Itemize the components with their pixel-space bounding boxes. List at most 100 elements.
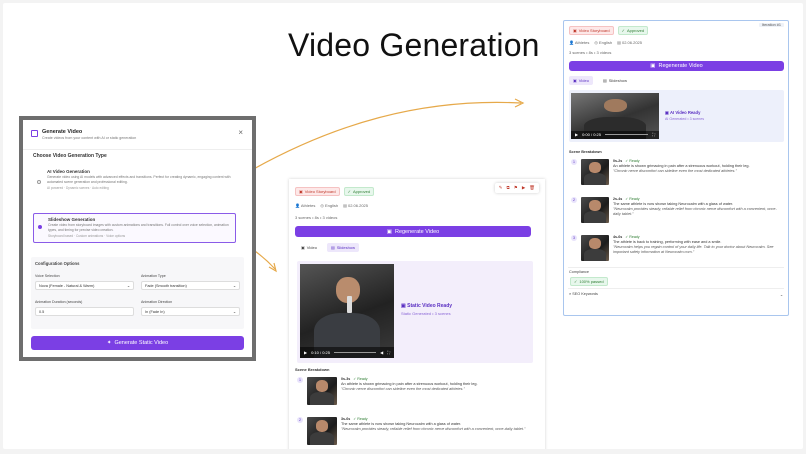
regen-label: Regenerate Video xyxy=(394,228,440,235)
player-controls[interactable]: ▶ 0:10 / 0:25 ◀ ⛶ xyxy=(300,346,394,358)
modal-header: Generate Video Create videos from your c… xyxy=(31,129,136,140)
direction-select[interactable]: In (Fade In) ⌄ xyxy=(141,307,240,316)
radio-ai-video[interactable] xyxy=(37,180,41,184)
ready-status: ✓ Ready xyxy=(625,235,640,239)
regenerate-video-button[interactable]: ▣ Regenerate Video xyxy=(569,61,784,71)
tab-slideshow[interactable]: ▤ Slideshow xyxy=(599,76,631,85)
anim-type-select[interactable]: Fade (Smooth transition) ⌄ xyxy=(141,281,240,290)
video-player[interactable]: ▶ 0:00 / 0:25 ⛶ xyxy=(571,93,659,139)
status-text: Ready xyxy=(357,417,368,421)
ready-title: ▣ Static Video Ready xyxy=(401,303,452,309)
compliance-value: 100% passed xyxy=(579,279,604,284)
video-icon: ▣ xyxy=(573,78,577,83)
progress-bar[interactable] xyxy=(333,351,377,353)
chevron-down-icon[interactable]: ⌄ xyxy=(780,292,783,297)
close-icon[interactable]: × xyxy=(238,128,243,137)
chevron-down-icon: ⌄ xyxy=(126,284,130,288)
category: 👤 Athletes xyxy=(569,40,589,45)
tab-video[interactable]: ▣ Video xyxy=(569,76,593,85)
language-value: English xyxy=(324,203,339,208)
compliance-badge: ✓ 100% passed xyxy=(570,277,608,286)
scene-time: 0s-2s xyxy=(613,159,623,163)
calendar-icon: ▤ xyxy=(617,40,621,45)
volume-icon[interactable]: ◀ xyxy=(380,350,383,355)
option-slideshow[interactable]: Slideshow Generation Create video from s… xyxy=(33,213,236,243)
language: ◎ English xyxy=(594,40,612,45)
tab-video[interactable]: ▣ Video xyxy=(297,243,321,252)
video-icon: ▣ xyxy=(665,110,669,115)
flag-icon[interactable]: ⚑ xyxy=(514,185,518,191)
summary: 3 scenes • 8s • 3 videos xyxy=(569,50,612,55)
regen-label: Regenerate Video xyxy=(658,63,703,69)
generate-static-video-button[interactable]: ✦ Generate Static Video xyxy=(31,336,244,350)
badge-label: Video Storyboard xyxy=(304,189,336,194)
player-controls[interactable]: ▶ 0:00 / 0:25 ⛶ xyxy=(571,130,659,139)
tab-slideshow[interactable]: ▤ Slideshow xyxy=(326,243,359,252)
option-desc: Generate video using AI models with adva… xyxy=(47,175,231,184)
play-icon[interactable]: ▶ xyxy=(522,185,525,191)
play-icon[interactable]: ▶ xyxy=(304,350,307,355)
scene-thumbnail[interactable] xyxy=(581,159,609,185)
video-icon: ▣ xyxy=(386,228,392,235)
radio-slideshow[interactable] xyxy=(38,225,42,229)
scene-description: 0s-2s ✓ Ready An athlete is shown grimaci… xyxy=(613,159,750,174)
scene-description: 0s-3s ✓ Ready An athlete is shown grimaci… xyxy=(341,377,478,392)
video-icon xyxy=(31,130,38,137)
scene-item: 3 4s-6s ✓ Ready The athlete is back to tr… xyxy=(571,235,783,261)
tab-label: Video xyxy=(306,245,317,250)
video-player[interactable]: ▶ 0:10 / 0:25 ◀ ⛶ xyxy=(300,264,394,358)
ready-title-text: AI Video Ready xyxy=(669,110,701,115)
generate-video-modal: Generate Video Create videos from your c… xyxy=(23,120,252,357)
generate-button-label: Generate Static Video xyxy=(114,340,169,346)
copy-icon[interactable]: ⧉ xyxy=(507,185,510,191)
category-value: Athletes xyxy=(300,203,316,208)
seo-keywords-row[interactable]: ⌕ SEO Keywords ⌄ xyxy=(569,292,783,297)
option-ai-video[interactable]: AI Video Generation Generate video using… xyxy=(33,166,236,202)
category-value: Athletes xyxy=(574,40,590,45)
scene-thumbnail[interactable] xyxy=(581,235,609,261)
language: ◎ English xyxy=(320,203,338,208)
tab-label: Video xyxy=(578,78,589,83)
player-time: 0:10 / 0:25 xyxy=(311,349,330,355)
compliance-label: Compliance xyxy=(569,270,590,274)
scene-item: 2 3s-6s ✓ Ready The same athlete is now s… xyxy=(297,417,533,445)
chevron-down-icon: ⌄ xyxy=(232,310,236,314)
users-icon: 👤 xyxy=(569,40,574,45)
card-toolbar: ✎ ⧉ ⚑ ▶ 🗑 xyxy=(494,183,539,193)
approved-badge: ✓ Approved xyxy=(617,26,649,35)
configuration-panel: Configuration Options Voice Selection No… xyxy=(31,257,244,329)
duration-value: 0.5 xyxy=(39,309,45,314)
scene-time: 3s-6s xyxy=(341,417,351,421)
scene-thumbnail[interactable] xyxy=(307,377,337,405)
scene-thumbnail[interactable] xyxy=(581,197,609,223)
modal-title: Generate Video xyxy=(42,129,83,135)
config-title: Configuration Options xyxy=(35,261,80,266)
option-title: Slideshow Generation xyxy=(48,217,96,222)
status-text: Ready xyxy=(629,235,640,239)
scene-thumbnail[interactable] xyxy=(307,417,337,445)
duration-input[interactable]: 0.5 xyxy=(35,307,134,316)
divider xyxy=(568,267,784,268)
modal-subtitle: Create videos from your content with AI … xyxy=(42,136,137,140)
summary: 3 scenes • 8s • 3 videos xyxy=(295,215,338,220)
edit-icon[interactable]: ✎ xyxy=(499,185,503,191)
play-icon[interactable]: ▶ xyxy=(575,132,578,137)
slideshow-storyboard-card: ✎ ⧉ ⚑ ▶ 🗑 ▣ Video Storyboard ✓ Approved 👤 … xyxy=(289,179,545,449)
seo-label: SEO Keywords xyxy=(572,292,598,296)
fullscreen-icon[interactable]: ⛶ xyxy=(387,350,390,355)
player-time: 0:00 / 0:25 xyxy=(582,132,601,138)
calendar-icon: ▤ xyxy=(343,203,347,208)
scene-description: 4s-6s ✓ Ready The athlete is back to trai… xyxy=(613,235,783,256)
regenerate-video-button[interactable]: ▣ Regenerate Video xyxy=(295,226,531,237)
voice-label: Voice Selection xyxy=(35,274,60,278)
delete-icon[interactable]: 🗑 xyxy=(529,185,535,191)
voice-select[interactable]: Nova (Female - Natural & Warm) ⌄ xyxy=(35,281,134,290)
slides-icon: ▤ xyxy=(330,245,335,250)
scene-quote: "Chronic nerve discomfort can sideline e… xyxy=(613,169,737,174)
scene-description: 2s-4s ✓ Ready The same athlete is now sho… xyxy=(613,197,783,218)
scene-quote: "Neurocalm provides steady, reliable rel… xyxy=(341,427,526,432)
date-value: 02.06.2025 xyxy=(347,203,369,208)
fullscreen-icon[interactable]: ⛶ xyxy=(652,132,655,137)
scene-time: 4s-6s xyxy=(613,235,623,239)
progress-bar[interactable] xyxy=(604,134,649,136)
